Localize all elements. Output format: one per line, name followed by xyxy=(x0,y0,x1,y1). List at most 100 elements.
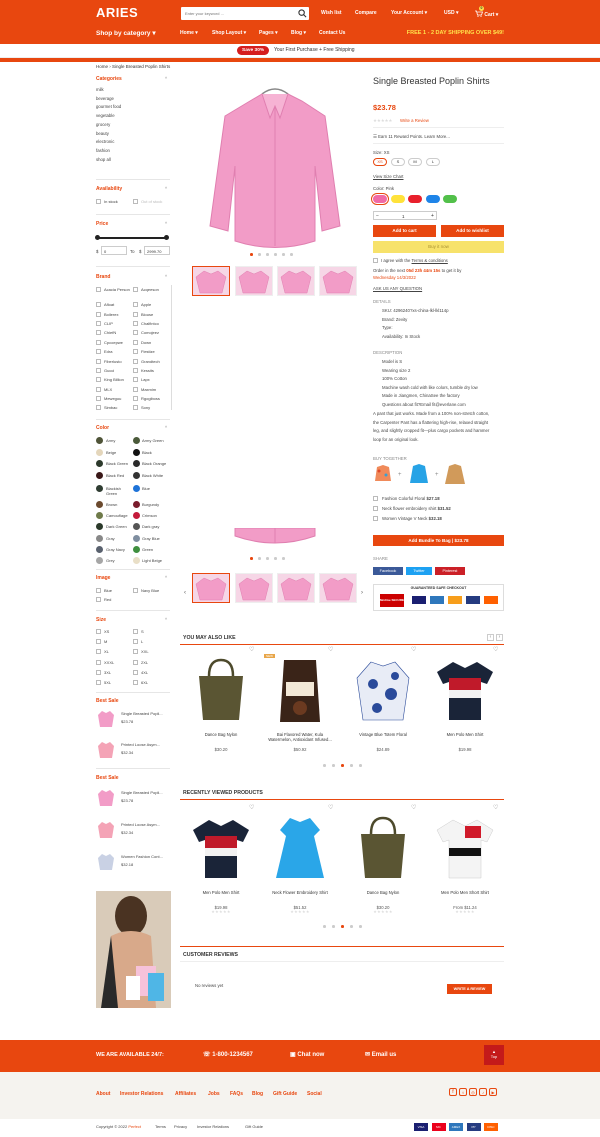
product-name[interactable]: Neck Flower Embroidery Shirt xyxy=(266,890,334,895)
category-item[interactable]: electronic xyxy=(96,139,114,144)
category-item[interactable]: beauty xyxy=(96,131,109,136)
footer-link[interactable]: Affiliates xyxy=(175,1091,196,1097)
product-image[interactable] xyxy=(187,654,255,726)
color-swatch[interactable] xyxy=(133,437,140,444)
color-swatch[interactable] xyxy=(96,437,103,444)
best-sale-thumb[interactable] xyxy=(97,788,115,808)
brand-checkbox[interactable] xyxy=(96,312,101,317)
footer-link[interactable]: FAQs xyxy=(230,1091,243,1097)
image-checkbox[interactable] xyxy=(96,588,101,593)
terms-checkbox[interactable] xyxy=(373,258,378,263)
footer-bottom-link[interactable]: Privacy xyxy=(174,1124,187,1129)
brand-checkbox[interactable] xyxy=(133,368,138,373)
price-slider-min-handle[interactable] xyxy=(95,235,100,240)
add-to-wishlist-button[interactable]: Add to wishlist xyxy=(441,225,504,237)
product-image[interactable] xyxy=(431,654,499,726)
breadcrumb-home[interactable]: Home xyxy=(96,64,108,69)
color-swatch[interactable] xyxy=(133,460,140,467)
back-to-top-button[interactable]: ▲ Top xyxy=(484,1045,504,1065)
gallery-dot-active[interactable] xyxy=(250,253,253,256)
best-sale-name[interactable]: Women Fashion Cont... xyxy=(121,854,163,859)
footer-link[interactable]: About xyxy=(96,1091,110,1097)
nav-shop-layout[interactable]: Shop Layout ▾ xyxy=(212,30,246,36)
nav-blog[interactable]: Blog ▾ xyxy=(291,30,306,36)
nav-pages[interactable]: Pages ▾ xyxy=(259,30,278,36)
share-pinterest-button[interactable]: Pinterest xyxy=(435,567,465,575)
brand-checkbox[interactable] xyxy=(96,396,101,401)
category-item[interactable]: fashion xyxy=(96,148,110,153)
brand-checkbox[interactable] xyxy=(133,312,138,317)
brand-checkbox[interactable] xyxy=(133,387,138,392)
chat-link[interactable]: ▣ Chat now xyxy=(290,1051,324,1058)
gallery-thumbnail[interactable] xyxy=(277,266,315,296)
color-swatch[interactable] xyxy=(96,523,103,530)
account-link[interactable]: Your Account ▾ xyxy=(391,10,427,16)
heart-icon[interactable]: ♡ xyxy=(328,646,333,653)
chevron-up-icon[interactable]: ^ xyxy=(165,274,167,279)
heart-icon[interactable]: ♡ xyxy=(411,804,416,811)
product-name[interactable]: Men Polo Men Shirt xyxy=(431,732,499,737)
bundle-item-name[interactable]: Neck flower embroidery shirt xyxy=(382,506,436,511)
bundle-item-name[interactable]: Fashion Colorful Floral xyxy=(382,496,425,501)
color-swatch[interactable] xyxy=(96,501,103,508)
qty-plus[interactable]: + xyxy=(431,213,434,219)
brand-checkbox[interactable] xyxy=(96,302,101,307)
color-option-swatch[interactable] xyxy=(443,195,457,203)
color-swatch[interactable] xyxy=(133,535,140,542)
currency-select[interactable]: USD ▾ xyxy=(444,10,458,16)
product-name[interactable]: Bai Flavored Water, Kula Watermelon, Ant… xyxy=(266,732,334,742)
image-checkbox[interactable] xyxy=(96,597,101,602)
share-twitter-button[interactable]: Twitter xyxy=(406,567,432,575)
carousel-dot-active[interactable] xyxy=(341,925,344,928)
brand-checkbox[interactable] xyxy=(133,287,138,292)
gallery-dot[interactable] xyxy=(266,253,269,256)
carousel-dot[interactable] xyxy=(359,764,362,767)
qty-value[interactable]: 1 xyxy=(402,214,405,219)
brand-checkbox[interactable] xyxy=(96,405,101,410)
phone-link[interactable]: ☏ 1-800-1234567 xyxy=(203,1051,253,1058)
bundle-item-name[interactable]: Women Vintage V Neck xyxy=(382,516,427,521)
gallery-thumbnail[interactable] xyxy=(277,573,315,603)
best-sale-name[interactable]: Printed Loose Asym... xyxy=(121,742,160,747)
size-chart-link[interactable]: View Size Chart xyxy=(373,174,404,179)
footer-link[interactable]: Investor Relations xyxy=(120,1091,163,1097)
gallery-dot[interactable] xyxy=(274,253,277,256)
product-image[interactable] xyxy=(431,812,499,884)
chevron-up-icon[interactable]: ^ xyxy=(165,221,167,226)
brand-checkbox[interactable] xyxy=(133,330,138,335)
chevron-right-icon[interactable]: › xyxy=(496,634,503,641)
size-option-s[interactable]: S xyxy=(391,158,405,166)
category-item[interactable]: beverage xyxy=(96,96,114,101)
color-swatch[interactable] xyxy=(133,512,140,519)
color-swatch[interactable] xyxy=(133,523,140,530)
brand-checkbox[interactable] xyxy=(96,377,101,382)
carousel-dot[interactable] xyxy=(359,925,362,928)
share-facebook-button[interactable]: Facebook xyxy=(373,567,403,575)
best-sale-name[interactable]: Single Breasted Popli... xyxy=(121,790,163,795)
brand-checkbox[interactable] xyxy=(133,359,138,364)
compare-link[interactable]: Compare xyxy=(355,10,377,16)
gallery-dot[interactable] xyxy=(282,557,285,560)
category-item[interactable]: milk xyxy=(96,87,104,92)
terms-link[interactable]: Terms & conditions xyxy=(412,258,448,263)
brand-checkbox[interactable] xyxy=(133,340,138,345)
color-swatch[interactable] xyxy=(96,535,103,542)
color-option-swatch[interactable] xyxy=(390,195,405,203)
carousel-dot[interactable] xyxy=(332,764,335,767)
heart-icon[interactable]: ♡ xyxy=(411,646,416,653)
size-option-l[interactable]: L xyxy=(426,158,440,166)
category-item[interactable]: grocery xyxy=(96,122,110,127)
footer-link[interactable]: Blog xyxy=(252,1091,263,1097)
search-icon[interactable] xyxy=(298,9,307,18)
gallery-thumbnail[interactable] xyxy=(192,573,230,603)
size-checkbox[interactable] xyxy=(133,629,138,634)
size-option-m[interactable]: M xyxy=(408,158,422,166)
brand-checkbox[interactable] xyxy=(96,287,101,292)
best-sale-thumb[interactable] xyxy=(97,820,115,840)
chevron-right-icon[interactable]: › xyxy=(361,590,363,596)
chevron-up-icon[interactable]: ^ xyxy=(165,186,167,191)
product-image[interactable] xyxy=(187,812,255,884)
gallery-thumbnail[interactable] xyxy=(235,573,273,603)
bundle-checkbox[interactable] xyxy=(373,506,378,511)
nav-contact[interactable]: Contact Us xyxy=(319,30,345,36)
